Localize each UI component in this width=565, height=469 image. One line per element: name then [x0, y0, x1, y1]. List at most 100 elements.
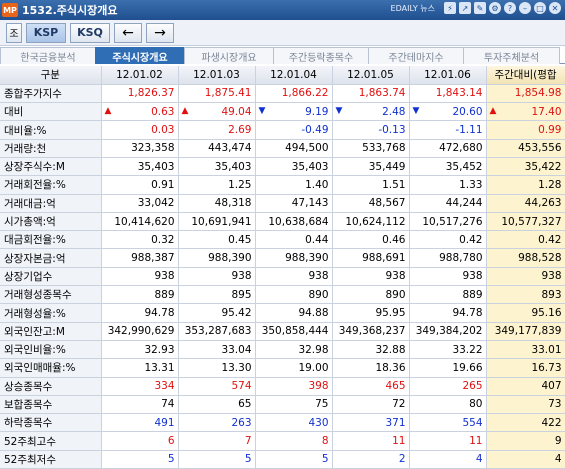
table-row[interactable]: 거래회전율:% 0.91 1.25 1.40 1.51 1.33 1.28: [0, 175, 565, 195]
lookup-button[interactable]: 조: [6, 22, 22, 43]
table-row[interactable]: 거래량:천 323,358 443,474 494,500 533,768 472,680…: [0, 139, 565, 158]
table-row[interactable]: 대비율:% 0.03 2.69 -0.49 -0.13 -1.11 0.99: [0, 120, 565, 140]
tab-bar: 한국금융분석 주식시장개요 파생시장개요 주간등락종목수 주간테마지수 투자주체분석: [0, 47, 565, 64]
table-cell: 893: [486, 285, 565, 305]
table-cell: 32.88: [332, 340, 410, 360]
ksq-button[interactable]: KSQ: [70, 22, 110, 43]
row-label: 대비율:%: [0, 120, 102, 140]
table-row[interactable]: 거래형성종목수 889 895 890 890 889 893: [0, 285, 565, 305]
table-cell: 988,691: [332, 248, 410, 268]
next-button[interactable]: →: [146, 22, 174, 43]
column-header-date[interactable]: 12.01.05: [332, 66, 410, 85]
tab-3[interactable]: 주간등락종목수: [273, 47, 369, 64]
cell-value: 988,387: [131, 252, 175, 265]
table-row[interactable]: 외국인비율:% 32.93 33.04 32.98 32.88 33.22 33.01: [0, 340, 565, 360]
table-row[interactable]: 거래형성율:% 94.78 95.42 94.88 95.95 94.78 95.16: [0, 303, 565, 323]
edit-icon[interactable]: ✎: [474, 2, 486, 14]
table-row[interactable]: 상장주식수:M 35,403 35,403 35,403 35,449 35,452 35,…: [0, 157, 565, 177]
row-label: 거래형성종목수: [0, 285, 102, 305]
cell-value: 10,414,620: [114, 215, 175, 228]
cell-value: 74: [161, 398, 175, 411]
table-cell: 1,866.22: [255, 84, 333, 104]
row-label: 외국인매매율:%: [0, 358, 102, 378]
row-label: 외국인잔고:M: [0, 322, 102, 341]
maximize-icon[interactable]: □: [534, 2, 546, 14]
table-row[interactable]: 52주최고수 6 7 8 11 11 9: [0, 431, 565, 451]
table-cell: 895: [178, 285, 256, 305]
table-row[interactable]: 외국인잔고:M 342,990,629 353,287,683 350,858,444…: [0, 322, 565, 341]
table-row[interactable]: 하락종목수 491 263 430 371 554 422: [0, 413, 565, 433]
table-cell: 5: [101, 450, 179, 469]
tab-4[interactable]: 주간테마지수: [368, 47, 464, 64]
tab-5[interactable]: 투자주체분석: [463, 47, 560, 64]
column-header-date[interactable]: 12.01.06: [409, 66, 487, 85]
cell-value: -0.13: [378, 124, 406, 137]
table-row[interactable]: 상장기업수 938 938 938 938 938 938: [0, 267, 565, 287]
cell-value: 1,826.37: [127, 87, 175, 100]
link-icon[interactable]: ↗: [459, 2, 471, 14]
cell-value: 890: [308, 288, 329, 301]
table-row[interactable]: 보합종목수 74 65 75 72 80 73: [0, 395, 565, 415]
brand-label[interactable]: EDAILY 뉴스: [391, 3, 435, 14]
row-label: 외국인비율:%: [0, 340, 102, 360]
cell-value: 988,390: [285, 252, 329, 265]
column-header-date[interactable]: 12.01.03: [178, 66, 256, 85]
cell-value: 73: [548, 398, 562, 411]
table-row[interactable]: 대비 ▲ 0.63 ▲ 49.04 ▼ 9.19 ▼ 2.48 ▼ 20.60 ▲ 17.40: [0, 102, 565, 122]
table-cell: 95.16: [486, 303, 565, 323]
cell-value: 1,875.41: [204, 87, 252, 100]
table-cell: 47,143: [255, 194, 333, 213]
ksp-button[interactable]: KSP: [26, 22, 66, 43]
column-header-date[interactable]: 주간대비(평합: [486, 66, 565, 85]
table-cell: 48,567: [332, 194, 410, 213]
market-overview-table: 구분 12.01.02 12.01.03 12.01.04 12.01.05 12.01.…: [0, 66, 565, 469]
table-row[interactable]: 상장자본금:억 988,387 988,390 988,390 988,691 988,7…: [0, 248, 565, 268]
table-cell: 95.42: [178, 303, 256, 323]
cell-value: 1.33: [459, 178, 483, 191]
tab-1[interactable]: 주식시장개요: [95, 47, 185, 64]
column-header-date[interactable]: 12.01.02: [101, 66, 179, 85]
table-row[interactable]: 거래대금:억 33,042 48,318 47,143 48,567 44,244 44,2…: [0, 194, 565, 213]
cell-value: 5: [321, 453, 329, 466]
cell-value: 9.19: [305, 105, 329, 118]
table-cell: -0.49: [255, 120, 333, 140]
cell-value: 7: [244, 435, 252, 448]
table-cell: 1,843.14: [409, 84, 487, 104]
cell-value: 10,577,327: [501, 215, 562, 228]
table-cell: 9: [486, 431, 565, 451]
table-cell: 263: [178, 413, 256, 433]
cell-value: 49.04: [221, 105, 252, 118]
cell-value: 353,287,683: [184, 325, 252, 338]
table-cell: 33.04: [178, 340, 256, 360]
table-cell: 398: [255, 377, 333, 396]
prev-button[interactable]: ←: [114, 22, 142, 43]
column-header-category[interactable]: 구분: [0, 66, 102, 85]
lightning-icon[interactable]: ⚡: [444, 2, 456, 14]
table-row[interactable]: 52주최저수 5 5 5 2 4 4: [0, 450, 565, 469]
cell-value: 33.01: [531, 343, 562, 356]
tab-0[interactable]: 한국금융분석: [0, 47, 96, 64]
table-row[interactable]: 상승종목수 334 574 398 465 265 407: [0, 377, 565, 396]
table-row[interactable]: 외국인매매율:% 13.31 13.30 19.00 18.36 19.66 16.73: [0, 358, 565, 378]
cell-value: 65: [238, 398, 252, 411]
cell-value: 1,843.14: [435, 87, 483, 100]
close-icon[interactable]: ✕: [549, 2, 561, 14]
cell-value: 0.99: [538, 124, 562, 137]
cell-value: 5: [167, 453, 175, 466]
row-label: 상장기업수: [0, 267, 102, 287]
settings-icon[interactable]: ⚙: [489, 2, 501, 14]
tab-2[interactable]: 파생시장개요: [184, 47, 274, 64]
table-row[interactable]: 종합주가지수 1,826.37 1,875.41 1,866.22 1,863.74 1,…: [0, 84, 565, 104]
cell-value: 988,528: [518, 252, 562, 265]
down-arrow-icon: ▼: [412, 105, 420, 116]
cell-value: 334: [154, 380, 175, 393]
table-cell: 35,422: [486, 157, 565, 177]
table-row[interactable]: 대금회전율:% 0.32 0.45 0.44 0.46 0.42 0.42: [0, 230, 565, 250]
column-header-date[interactable]: 12.01.04: [255, 66, 333, 85]
help-icon[interactable]: ?: [504, 2, 516, 14]
cell-value: 48,318: [214, 197, 252, 210]
table-row[interactable]: 시가총액:억 10,414,620 10,691,941 10,638,684 10,6…: [0, 212, 565, 232]
window-title: 1532.주식시장개요: [22, 4, 118, 17]
table-cell: 988,528: [486, 248, 565, 268]
minimize-icon[interactable]: –: [519, 2, 531, 14]
